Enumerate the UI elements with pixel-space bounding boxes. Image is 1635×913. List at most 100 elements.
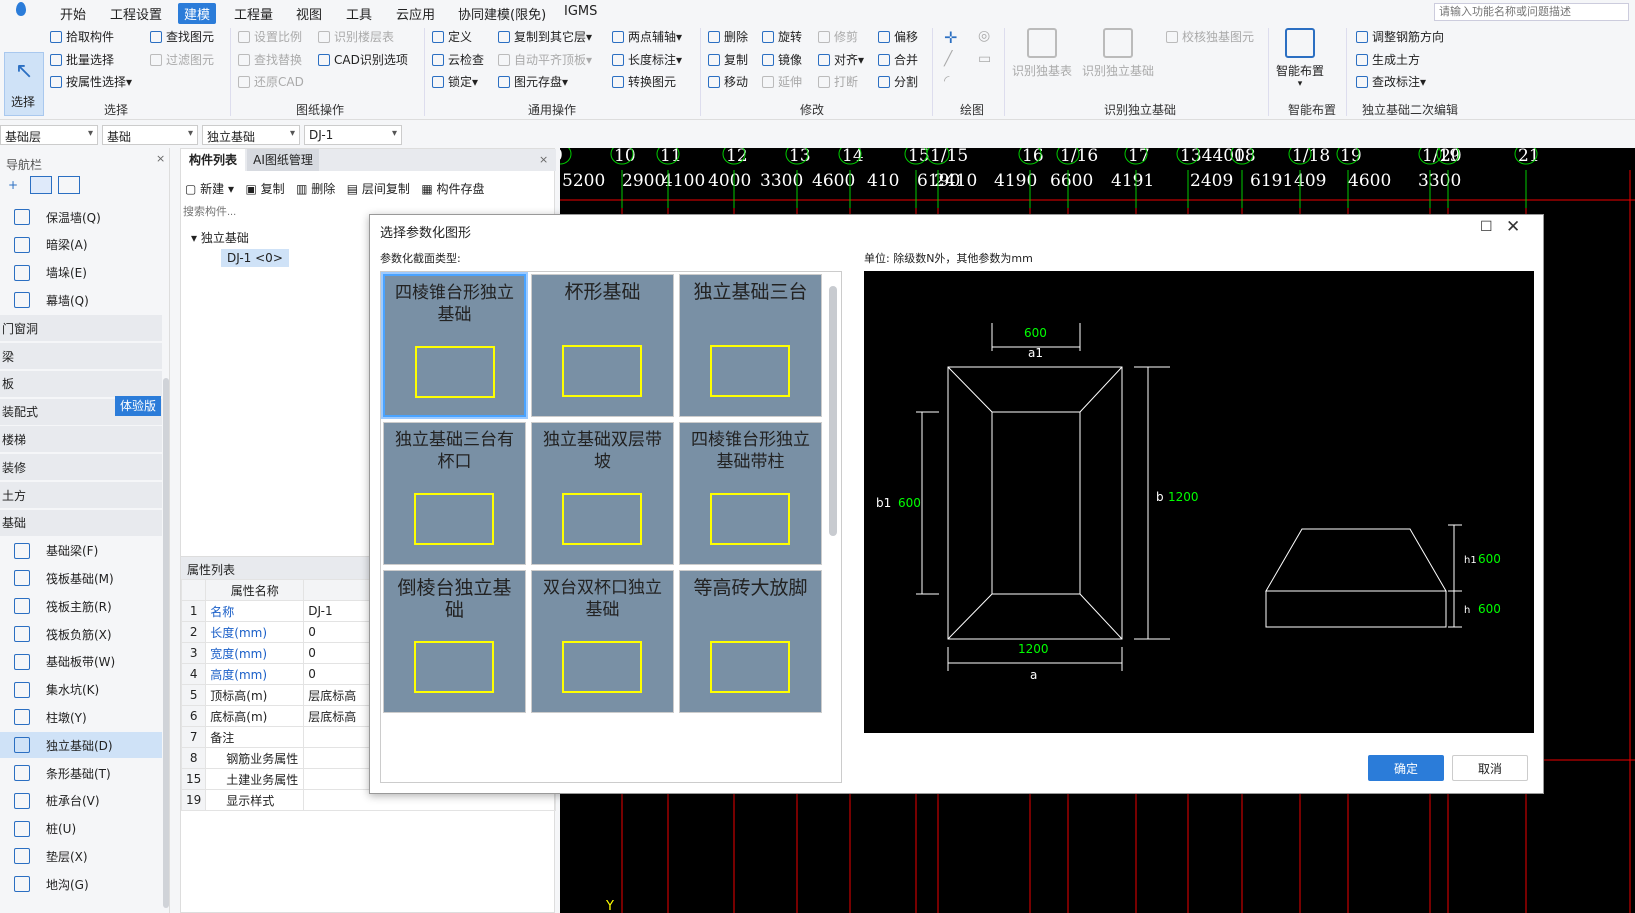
- menu-quantity[interactable]: 工程量: [234, 4, 273, 23]
- nav-item[interactable]: 筏板基础(M): [0, 565, 162, 591]
- detail-view-icon[interactable]: [58, 176, 80, 194]
- auto-align-button[interactable]: 自动平齐顶板 ▾: [498, 51, 592, 68]
- component-select[interactable]: DJ-1: [304, 125, 402, 145]
- category-select[interactable]: 基础: [102, 125, 198, 145]
- move-button[interactable]: 移动: [708, 73, 748, 90]
- restore-cad-button[interactable]: 还原CAD: [238, 73, 304, 90]
- cancel-button[interactable]: 取消: [1452, 755, 1528, 781]
- nav-item[interactable]: 幕墙(Q): [0, 287, 162, 313]
- split-button[interactable]: 分割: [878, 73, 918, 90]
- close-icon[interactable]: ✕: [1506, 217, 1520, 237]
- mirror-button[interactable]: 镜像: [762, 51, 802, 68]
- filter-element-button[interactable]: 过滤图元: [150, 51, 214, 68]
- close-icon[interactable]: ×: [156, 152, 165, 165]
- maximize-icon[interactable]: ☐: [1480, 219, 1493, 235]
- copy-button[interactable]: 复制: [708, 51, 748, 68]
- nav-item[interactable]: 保温墙(Q): [0, 204, 162, 230]
- shape-option[interactable]: 倒棱台独立基础: [383, 570, 526, 713]
- find-replace-button[interactable]: 查找替换: [238, 51, 302, 68]
- extend-button[interactable]: 延伸: [762, 73, 802, 90]
- arc-draw-icon[interactable]: ◜: [944, 73, 949, 89]
- point-draw-icon[interactable]: ✛: [944, 28, 957, 47]
- nav-scrollbar[interactable]: [163, 378, 169, 908]
- menu-start[interactable]: 开始: [60, 4, 86, 23]
- shape-option[interactable]: 等高砖大放脚: [679, 570, 822, 713]
- trim-button[interactable]: 修剪: [818, 28, 858, 45]
- smart-layout-button[interactable]: 智能布置 ▾: [1276, 28, 1324, 89]
- shape-option[interactable]: 独立基础双层带坡: [531, 422, 674, 565]
- ok-button[interactable]: 确定: [1368, 755, 1444, 781]
- shape-option[interactable]: 独立基础三台有杯口: [383, 422, 526, 565]
- nav-item[interactable]: 垫层(X): [0, 843, 162, 869]
- nav-item[interactable]: 筏板负筋(X): [0, 621, 162, 647]
- convert-element-button[interactable]: 转换图元: [612, 73, 676, 90]
- rect-draw-icon[interactable]: ▭: [978, 51, 991, 67]
- nav-item[interactable]: 条形基础(T): [0, 760, 162, 786]
- shape-option[interactable]: 四棱锥台形独立基础: [383, 274, 526, 417]
- delete-button[interactable]: 删除: [708, 28, 748, 45]
- menu-project-settings[interactable]: 工程设置: [110, 4, 162, 23]
- align-button[interactable]: 对齐 ▾: [818, 51, 864, 68]
- define-button[interactable]: 定义: [432, 28, 472, 45]
- rotate-button[interactable]: 旋转: [762, 28, 802, 45]
- nav-item[interactable]: 桩承台(V): [0, 788, 162, 814]
- tree-root[interactable]: ▾ 独立基础: [191, 229, 249, 246]
- nav-category[interactable]: 梁: [0, 343, 162, 369]
- nav-category[interactable]: 板: [0, 370, 162, 397]
- list-view-icon[interactable]: [30, 176, 52, 194]
- nav-item[interactable]: 桩(U): [0, 816, 162, 842]
- length-dim-button[interactable]: 长度标注 ▾: [612, 51, 682, 68]
- comp-search-input[interactable]: [183, 203, 363, 221]
- nav-category[interactable]: 土方: [0, 482, 162, 508]
- find-element-button[interactable]: 查找图元: [150, 28, 214, 45]
- shape-option[interactable]: 杯形基础: [531, 274, 674, 417]
- nav-item[interactable]: 地沟(G): [0, 871, 162, 897]
- function-search-input[interactable]: [1434, 3, 1629, 21]
- nav-item[interactable]: 暗梁(A): [0, 232, 162, 258]
- nav-item[interactable]: 基础梁(F): [0, 538, 162, 564]
- two-point-axis-button[interactable]: 两点辅轴 ▾: [612, 28, 682, 45]
- menu-igms[interactable]: IGMS: [564, 4, 597, 19]
- line-draw-icon[interactable]: ╱: [944, 51, 952, 67]
- nav-item[interactable]: 筏板主筋(R): [0, 593, 162, 619]
- floor-copy-button[interactable]: ▤ 层间复制: [347, 182, 410, 196]
- nav-category[interactable]: 门窗洞: [0, 315, 162, 342]
- tab-ai-drawing[interactable]: AI图纸管理: [247, 149, 319, 171]
- copy-to-floor-button[interactable]: 复制到其它层 ▾: [498, 28, 592, 45]
- cloud-check-button[interactable]: 云检查: [432, 51, 484, 68]
- tab-component-list[interactable]: 构件列表: [181, 149, 245, 171]
- nav-category[interactable]: 装修: [0, 454, 162, 481]
- comp-save-button[interactable]: ▦ 构件存盘: [421, 182, 484, 196]
- shape-option[interactable]: 四棱锥台形独立基础带柱: [679, 422, 822, 565]
- break-button[interactable]: 打断: [818, 73, 858, 90]
- element-save-button[interactable]: 图元存盘 ▾: [498, 73, 568, 90]
- nav-category[interactable]: 基础: [0, 509, 162, 536]
- circle-draw-icon[interactable]: ◎: [978, 28, 990, 44]
- attr-select-button[interactable]: 按属性选择 ▾: [50, 73, 132, 90]
- merge-button[interactable]: 合并: [878, 51, 918, 68]
- batch-select-button[interactable]: 批量选择: [50, 51, 114, 68]
- copy-comp-button[interactable]: ▣ 复制: [245, 182, 284, 196]
- tree-item-dj1[interactable]: DJ-1 <0>: [221, 249, 289, 267]
- nav-item[interactable]: 柱墩(Y): [0, 704, 162, 730]
- pick-component-button[interactable]: 拾取构件: [50, 28, 114, 45]
- type-select[interactable]: 独立基础: [202, 125, 300, 145]
- nav-item[interactable]: 独立基础(D): [0, 732, 162, 759]
- add-icon[interactable]: +: [8, 178, 18, 192]
- identify-footing-table-button[interactable]: 识别独基表: [1012, 28, 1072, 79]
- shape-option[interactable]: 双台双杯口独立基础: [531, 570, 674, 713]
- menu-modeling[interactable]: 建模: [178, 3, 217, 24]
- menu-collab[interactable]: 协同建模(限免): [458, 4, 546, 23]
- lock-button[interactable]: 锁定 ▾: [432, 73, 478, 90]
- menu-cloud[interactable]: 云应用: [396, 4, 435, 23]
- identify-floor-table-button[interactable]: 识别楼层表: [318, 28, 394, 45]
- select-button[interactable]: ↖ 选择: [4, 52, 44, 116]
- new-button[interactable]: ▢ 新建 ▾: [185, 182, 234, 196]
- identify-footing-button[interactable]: 识别独立基础: [1082, 28, 1154, 79]
- nav-category[interactable]: 楼梯: [0, 426, 162, 453]
- nav-item[interactable]: 基础板带(W): [0, 649, 162, 675]
- nav-item[interactable]: 墙垛(E): [0, 260, 162, 286]
- offset-button[interactable]: 偏移: [878, 28, 918, 45]
- set-scale-button[interactable]: 设置比例: [238, 28, 302, 45]
- verify-footing-button[interactable]: 校核独基图元: [1166, 28, 1254, 45]
